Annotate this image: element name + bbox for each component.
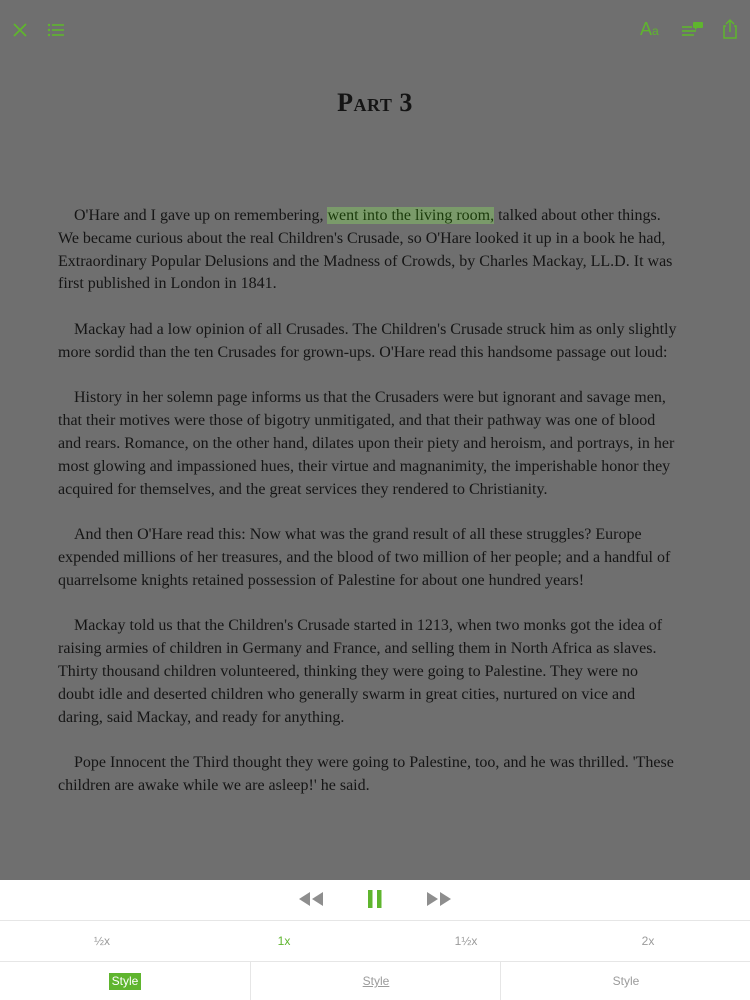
font-icon-large-letter: A	[640, 19, 653, 39]
speed-1x[interactable]: 1x	[244, 921, 324, 961]
chapter-title: Part 3	[337, 88, 413, 117]
speed-half[interactable]: ½x	[62, 921, 142, 961]
audio-controls-panel: ½x 1x 1½x 2x Style Style Style	[0, 880, 750, 1000]
pause-icon[interactable]	[366, 889, 384, 914]
reader-page: Aa Part 3 O'Hare and I gave up on rememb…	[0, 0, 750, 880]
style-option-plain[interactable]: Style	[500, 962, 750, 1000]
spoken-word-highlight: went into the living room,	[327, 207, 495, 224]
paragraph: Pope Innocent the Third thought they wer…	[58, 754, 674, 794]
paragraph: Mackay told us that the Children's Crusa…	[58, 617, 663, 726]
style-option-underline[interactable]: Style	[250, 962, 501, 1000]
speed-one-and-half[interactable]: 1½x	[426, 921, 506, 961]
highlight-style-selector: Style Style Style	[0, 962, 750, 1000]
style-option-highlight[interactable]: Style	[0, 962, 250, 1000]
font-icon-small-letter: a	[652, 24, 659, 38]
paragraph: History in her solemn page informs us th…	[58, 389, 675, 498]
style-option-label: Style	[108, 973, 142, 990]
speech-icon[interactable]	[680, 20, 704, 40]
close-icon[interactable]	[10, 20, 30, 40]
style-option-label: Style	[362, 974, 390, 988]
fast-forward-icon[interactable]	[426, 891, 452, 912]
text-run: O'Hare and I gave up on remembering,	[74, 207, 328, 224]
book-text: O'Hare and I gave up on remembering, wen…	[58, 205, 678, 821]
font-settings-icon[interactable]: Aa	[640, 18, 659, 42]
paragraph: Mackay had a low opinion of all Crusades…	[58, 320, 677, 361]
share-icon[interactable]	[721, 18, 739, 40]
rewind-icon[interactable]	[298, 891, 324, 912]
playback-controls	[0, 880, 750, 921]
top-toolbar: Aa	[0, 0, 750, 60]
table-of-contents-icon[interactable]	[46, 20, 66, 40]
style-option-label: Style	[612, 974, 640, 988]
paragraph: And then O'Hare read this: Now what was …	[58, 526, 671, 589]
playback-speed-selector: ½x 1x 1½x 2x	[0, 921, 750, 962]
speed-2x[interactable]: 2x	[608, 921, 688, 961]
paragraph: O'Hare and I gave up on remembering, wen…	[58, 205, 678, 296]
